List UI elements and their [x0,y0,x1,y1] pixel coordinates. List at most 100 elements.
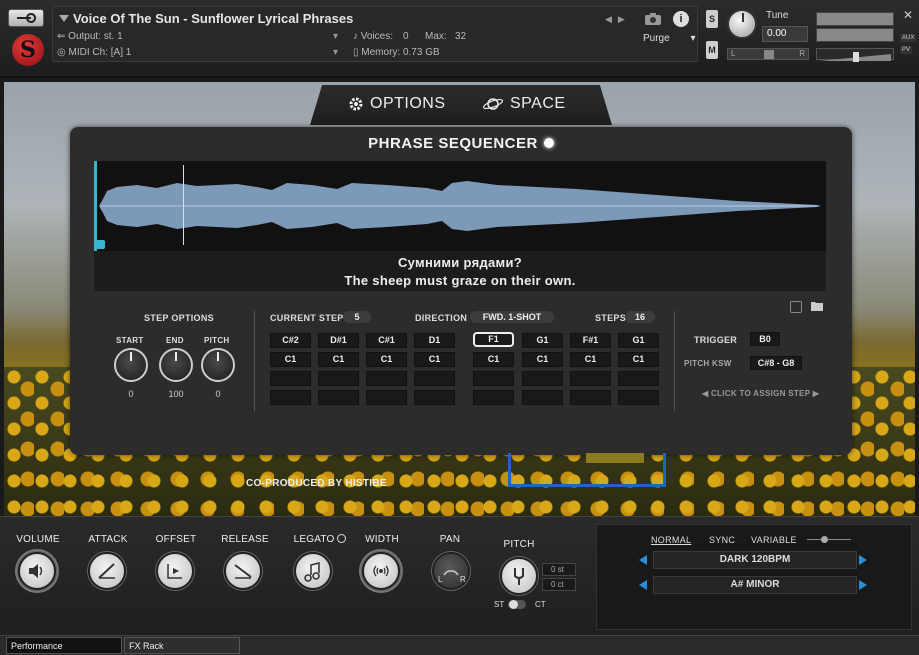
key-prev-arrow-icon[interactable] [639,580,647,590]
wrench-button[interactable] [8,9,44,27]
end-knob[interactable] [159,348,193,382]
legato-knob[interactable] [294,552,332,590]
step-note-7[interactable]: F#1 [570,333,611,348]
midi-dropdown-icon[interactable]: ▾ [333,47,338,58]
pitch-cent-value[interactable]: 0 ct [542,578,576,591]
pan-thumb[interactable] [764,50,774,59]
step-empty[interactable] [570,371,611,386]
steps-value[interactable]: 16 [625,311,655,323]
release-knob[interactable] [224,552,262,590]
step-empty[interactable] [270,371,311,386]
mute-button[interactable]: M [706,41,718,59]
tempo-preset[interactable]: DARK 120BPM [653,551,857,569]
pitch-ksw-value[interactable]: C#8 - G8 [750,356,802,370]
step-empty[interactable] [414,371,455,386]
playhead-cursor[interactable] [183,165,184,245]
aux-button[interactable]: AUX [900,34,917,42]
step-note-9[interactable]: C1 [270,352,311,367]
key-next-arrow-icon[interactable] [859,580,867,590]
offset-knob[interactable] [156,552,194,590]
mode-sync[interactable]: SYNC [709,535,735,545]
close-icon[interactable]: ✕ [903,8,913,22]
pitch-semitone-value[interactable]: 0 st [542,563,576,576]
tune-value[interactable]: 0.00 [762,26,808,42]
prev-next-arrows-icon[interactable]: ◀▶ [605,14,631,25]
step-note-16[interactable]: C1 [618,352,659,367]
pan-slider[interactable]: L R [727,48,809,60]
step-note-2[interactable]: D#1 [318,333,359,348]
pan-left-label: L [731,49,736,58]
preset-prev-arrow-icon[interactable] [639,555,647,565]
key-selector[interactable]: A# MINOR [653,576,857,594]
step-note-10[interactable]: C1 [318,352,359,367]
legato-toggle[interactable]: LEGATO [292,534,348,545]
pan-knob[interactable]: L R [432,552,470,590]
width-knob[interactable] [362,552,400,590]
step-note-13[interactable]: C1 [473,352,514,367]
save-icon[interactable] [790,301,802,313]
pitch-knob[interactable] [201,348,235,382]
mode-normal[interactable]: NORMAL [651,535,691,545]
step-empty[interactable] [366,390,407,405]
midi-selector[interactable]: ◎ MIDI Ch: [A] 1 [57,47,131,58]
pitch-control-knob[interactable] [500,557,538,595]
step-note-1[interactable]: C#2 [270,333,311,348]
st-ct-toggle[interactable] [508,600,526,609]
step-note-12[interactable]: C1 [414,352,455,367]
tune-knob[interactable] [727,9,757,39]
step-empty[interactable] [414,390,455,405]
step-empty[interactable] [270,390,311,405]
mode-variable[interactable]: VARIABLE [751,535,797,545]
pv-button[interactable]: PV [900,46,913,54]
step-note-11[interactable]: C1 [366,352,407,367]
loop-marker-icon[interactable] [96,240,105,249]
variable-slider[interactable] [807,536,851,543]
info-icon[interactable]: i [673,11,689,27]
tab-space[interactable]: SPACE [482,95,566,113]
step-empty[interactable] [618,390,659,405]
attack-knob[interactable] [88,552,126,590]
step-note-15[interactable]: C1 [570,352,611,367]
phrase-sequencer-title: PHRASE SEQUENCER [70,135,852,152]
output-selector[interactable]: ⇐ Output: st. 1 [57,31,123,42]
tab-options[interactable]: OPTIONS [348,95,446,113]
collapse-triangle-icon[interactable] [59,15,69,22]
preset-next-arrow-icon[interactable] [859,555,867,565]
solo-button[interactable]: S [706,10,718,28]
start-value: 0 [128,389,134,399]
step-note-5[interactable]: F1 [473,332,514,347]
step-empty[interactable] [318,371,359,386]
step-note-8[interactable]: G1 [618,333,659,348]
sequencer-power-led[interactable] [543,138,554,148]
output-dropdown-icon[interactable]: ▾ [333,31,338,42]
waveform-display[interactable] [94,161,826,251]
step-empty[interactable] [318,390,359,405]
lyrics-line-2: The sheep must graze on their own. [344,273,576,288]
start-knob[interactable] [114,348,148,382]
step-empty[interactable] [473,371,514,386]
direction-value[interactable]: FWD. 1-SHOT [470,311,554,323]
tab-fx-rack[interactable]: FX Rack [124,637,240,654]
legato-note-icon [304,562,320,582]
folder-icon[interactable] [810,300,824,312]
volume-knob[interactable] [18,552,56,590]
step-empty[interactable] [618,371,659,386]
tab-performance[interactable]: Performance [6,637,122,654]
pan-l-label: L [438,575,443,584]
step-empty[interactable] [473,390,514,405]
purge-dropdown[interactable]: Purge ▾ [643,33,696,44]
step-note-3[interactable]: C#1 [366,333,407,348]
step-note-6[interactable]: G1 [522,333,563,348]
step-empty[interactable] [522,371,563,386]
camera-icon[interactable] [643,11,663,27]
trigger-value[interactable]: B0 [750,332,780,346]
step-note-14[interactable]: C1 [522,352,563,367]
pitch-label: PITCH [204,336,230,345]
step-empty[interactable] [522,390,563,405]
current-step-value[interactable]: 5 [343,311,371,323]
step-empty[interactable] [366,371,407,386]
step-note-4[interactable]: D1 [414,333,455,348]
click-to-assign-step[interactable]: ◀ CLICK TO ASSIGN STEP ▶ [702,389,819,398]
step-empty[interactable] [570,390,611,405]
volume-slider[interactable] [816,48,894,62]
